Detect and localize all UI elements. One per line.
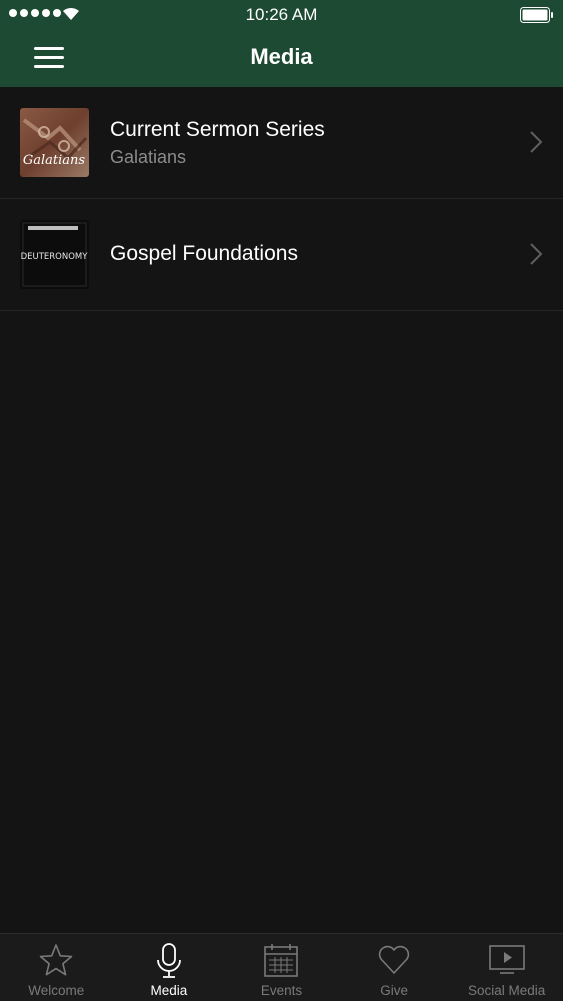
chevron-right-icon	[530, 131, 543, 153]
tab-welcome[interactable]: Welcome	[0, 934, 113, 1001]
calendar-icon	[264, 944, 299, 977]
media-item-current-sermon-series[interactable]: Galatians Current Sermon Series Galatian…	[0, 87, 563, 199]
media-item-gospel-foundations[interactable]: DEUTERONOMY Gospel Foundations	[0, 199, 563, 311]
tab-give[interactable]: Give	[338, 934, 451, 1001]
tab-events[interactable]: Events	[225, 934, 338, 1001]
tab-media[interactable]: Media	[113, 934, 226, 1001]
media-item-title: Gospel Foundations	[110, 242, 298, 265]
battery-icon	[520, 7, 553, 23]
tv-play-icon	[488, 945, 525, 974]
tab-label: Welcome	[28, 983, 85, 998]
page-title: Media	[250, 44, 313, 69]
tab-label: Media	[150, 983, 188, 998]
heart-icon	[378, 945, 410, 974]
tab-bar: Welcome Media Events Give Social Media	[0, 933, 563, 1001]
gospel-foundations-thumbnail: DEUTERONOMY	[20, 220, 89, 289]
media-list: Galatians Current Sermon Series Galatian…	[0, 87, 563, 311]
tab-label: Social Media	[468, 983, 546, 998]
media-item-title: Current Sermon Series	[110, 118, 325, 141]
chevron-right-icon	[530, 243, 543, 265]
app-header: 10:26 AM Media	[0, 0, 563, 87]
tab-label: Events	[260, 983, 303, 998]
star-icon	[39, 944, 73, 976]
status-time: 10:26 AM	[245, 5, 318, 24]
thumbnail-galatians-text: Galatians	[23, 153, 86, 168]
sermon-series-thumbnail: Galatians	[20, 108, 89, 177]
media-item-subtitle: Galatians	[110, 147, 187, 167]
tab-social-media[interactable]: Social Media	[450, 934, 563, 1001]
microphone-icon	[156, 943, 181, 978]
navigation-bar: Media	[0, 30, 563, 87]
tab-label: Give	[380, 983, 408, 998]
thumbnail-deuteronomy-text: DEUTERONOMY	[21, 252, 89, 262]
status-bar: 10:26 AM	[0, 0, 563, 30]
